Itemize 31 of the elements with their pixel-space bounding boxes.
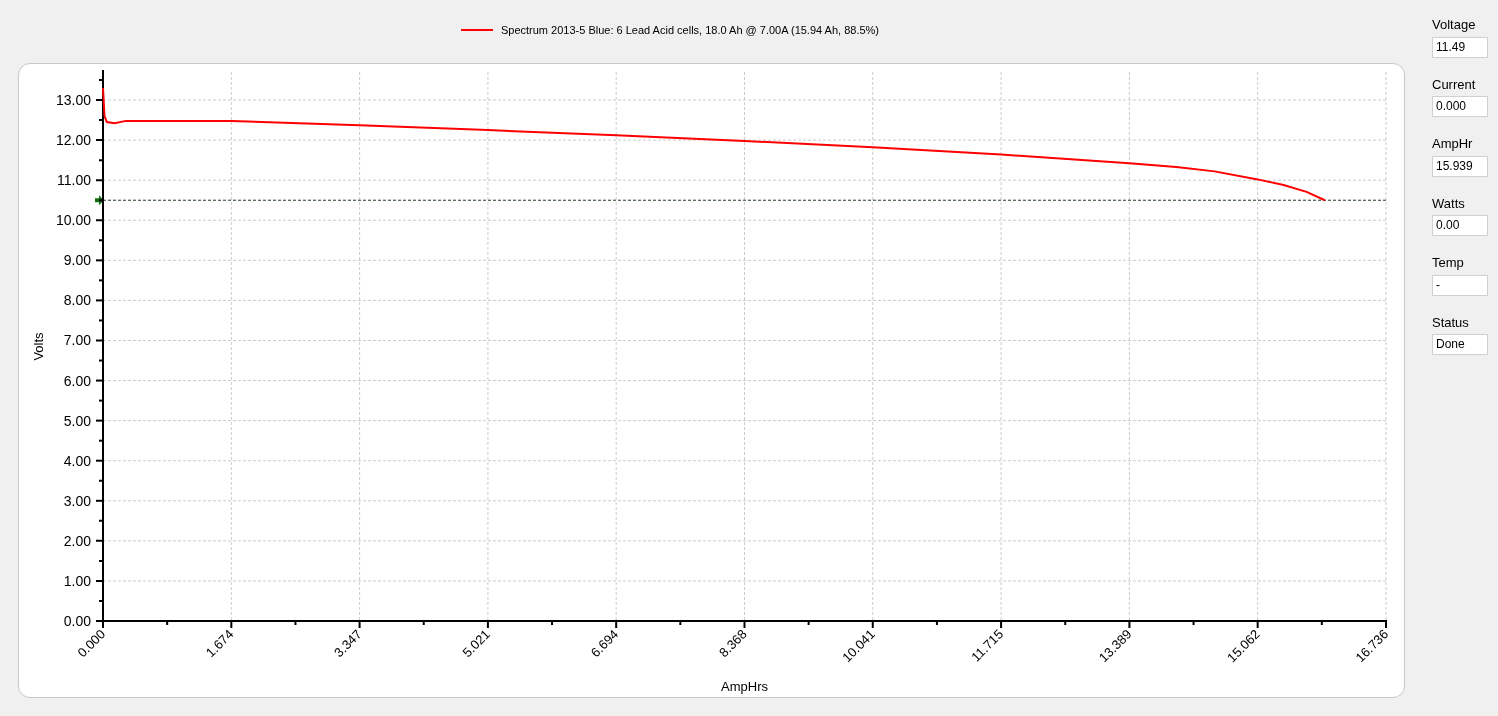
y-tick-label: 4.00 [63,452,91,469]
readout-field: 15.939 [1432,155,1488,177]
y-tick-label: 8.00 [63,292,91,309]
readout-field: - [1432,274,1488,296]
readout-label: Current [1432,75,1477,94]
x-axis-title: AmpHrs [721,679,768,694]
y-tick-label: 13.00 [55,92,91,109]
readout-label: Temp [1432,254,1465,272]
y-tick-label: 0.00 [63,613,91,629]
y-axis-title: Volts [31,332,46,361]
y-tick-label: 7.00 [63,332,91,349]
y-tick-label: 10.00 [55,212,91,229]
readout-label: Watts [1432,194,1466,213]
y-tick-label: 12.00 [55,132,91,149]
y-tick-label: 1.00 [63,572,91,589]
readout-field: 0.00 [1432,215,1488,236]
y-tick-label: 6.00 [63,372,91,389]
legend-line-icon [460,29,493,32]
y-tick-label: 3.00 [63,492,91,509]
readout-field: 11.49 [1432,36,1488,58]
readout-label: AmpHr [1432,135,1474,153]
arrow-marker-icon [95,195,104,206]
readout-field: Done [1432,334,1488,355]
readout-label: Voltage [1432,16,1477,34]
legend-text: Spectrum 2013-5 Blue: 6 Lead Acid cells, 18.0 Ah @ 7.00A (15.94 Ah, 88.5%) [500,23,880,38]
y-tick-label: 5.00 [63,412,91,429]
y-tick-label: 11.00 [57,172,91,189]
readout-label: Status [1432,313,1470,332]
readout-field: 0.000 [1432,96,1488,117]
y-tick-label: 2.00 [63,532,91,549]
y-tick-label: 9.00 [63,252,91,269]
